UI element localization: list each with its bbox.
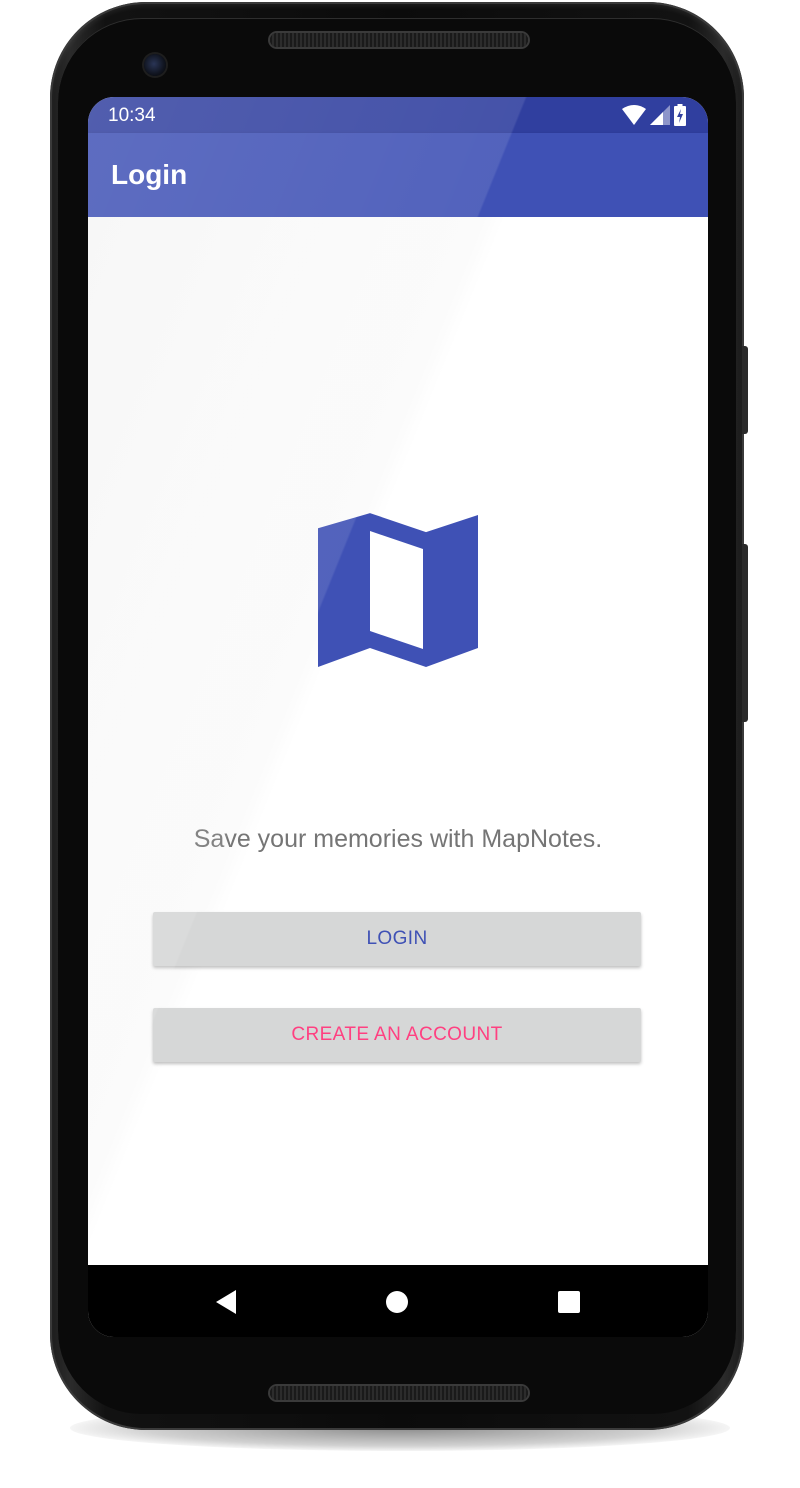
recents-button[interactable]: [554, 1287, 584, 1317]
wifi-icon: [622, 105, 646, 125]
battery-charging-icon: [674, 104, 686, 126]
page-title: Login: [111, 159, 188, 190]
login-content: Save your memories with MapNotes. LOGIN …: [88, 217, 708, 1265]
login-button[interactable]: LOGIN: [153, 912, 641, 966]
status-bar: 10:34: [88, 97, 708, 133]
status-time: 10:34: [108, 105, 156, 126]
recents-icon: [558, 1291, 580, 1313]
back-button[interactable]: [211, 1287, 241, 1317]
top-speaker: [270, 33, 528, 47]
app-bar: Login: [88, 133, 708, 217]
create-account-button[interactable]: CREATE AN ACCOUNT: [153, 1008, 641, 1062]
bottom-speaker: [270, 1386, 528, 1400]
status-icons: [622, 104, 686, 126]
home-icon: [386, 1291, 408, 1313]
volume-button: [742, 346, 748, 434]
device-frame: 10:34 Login Save your memories with MapN…: [0, 0, 800, 1488]
signal-icon: [650, 105, 670, 125]
power-button: [742, 544, 748, 722]
tagline: Save your memories with MapNotes.: [193, 825, 603, 853]
back-icon: [216, 1290, 236, 1314]
screen: 10:34 Login Save your memories with MapN…: [88, 97, 708, 1337]
front-camera: [144, 54, 166, 76]
home-button[interactable]: [382, 1287, 412, 1317]
navigation-bar: [88, 1265, 708, 1337]
map-icon: [318, 513, 478, 667]
